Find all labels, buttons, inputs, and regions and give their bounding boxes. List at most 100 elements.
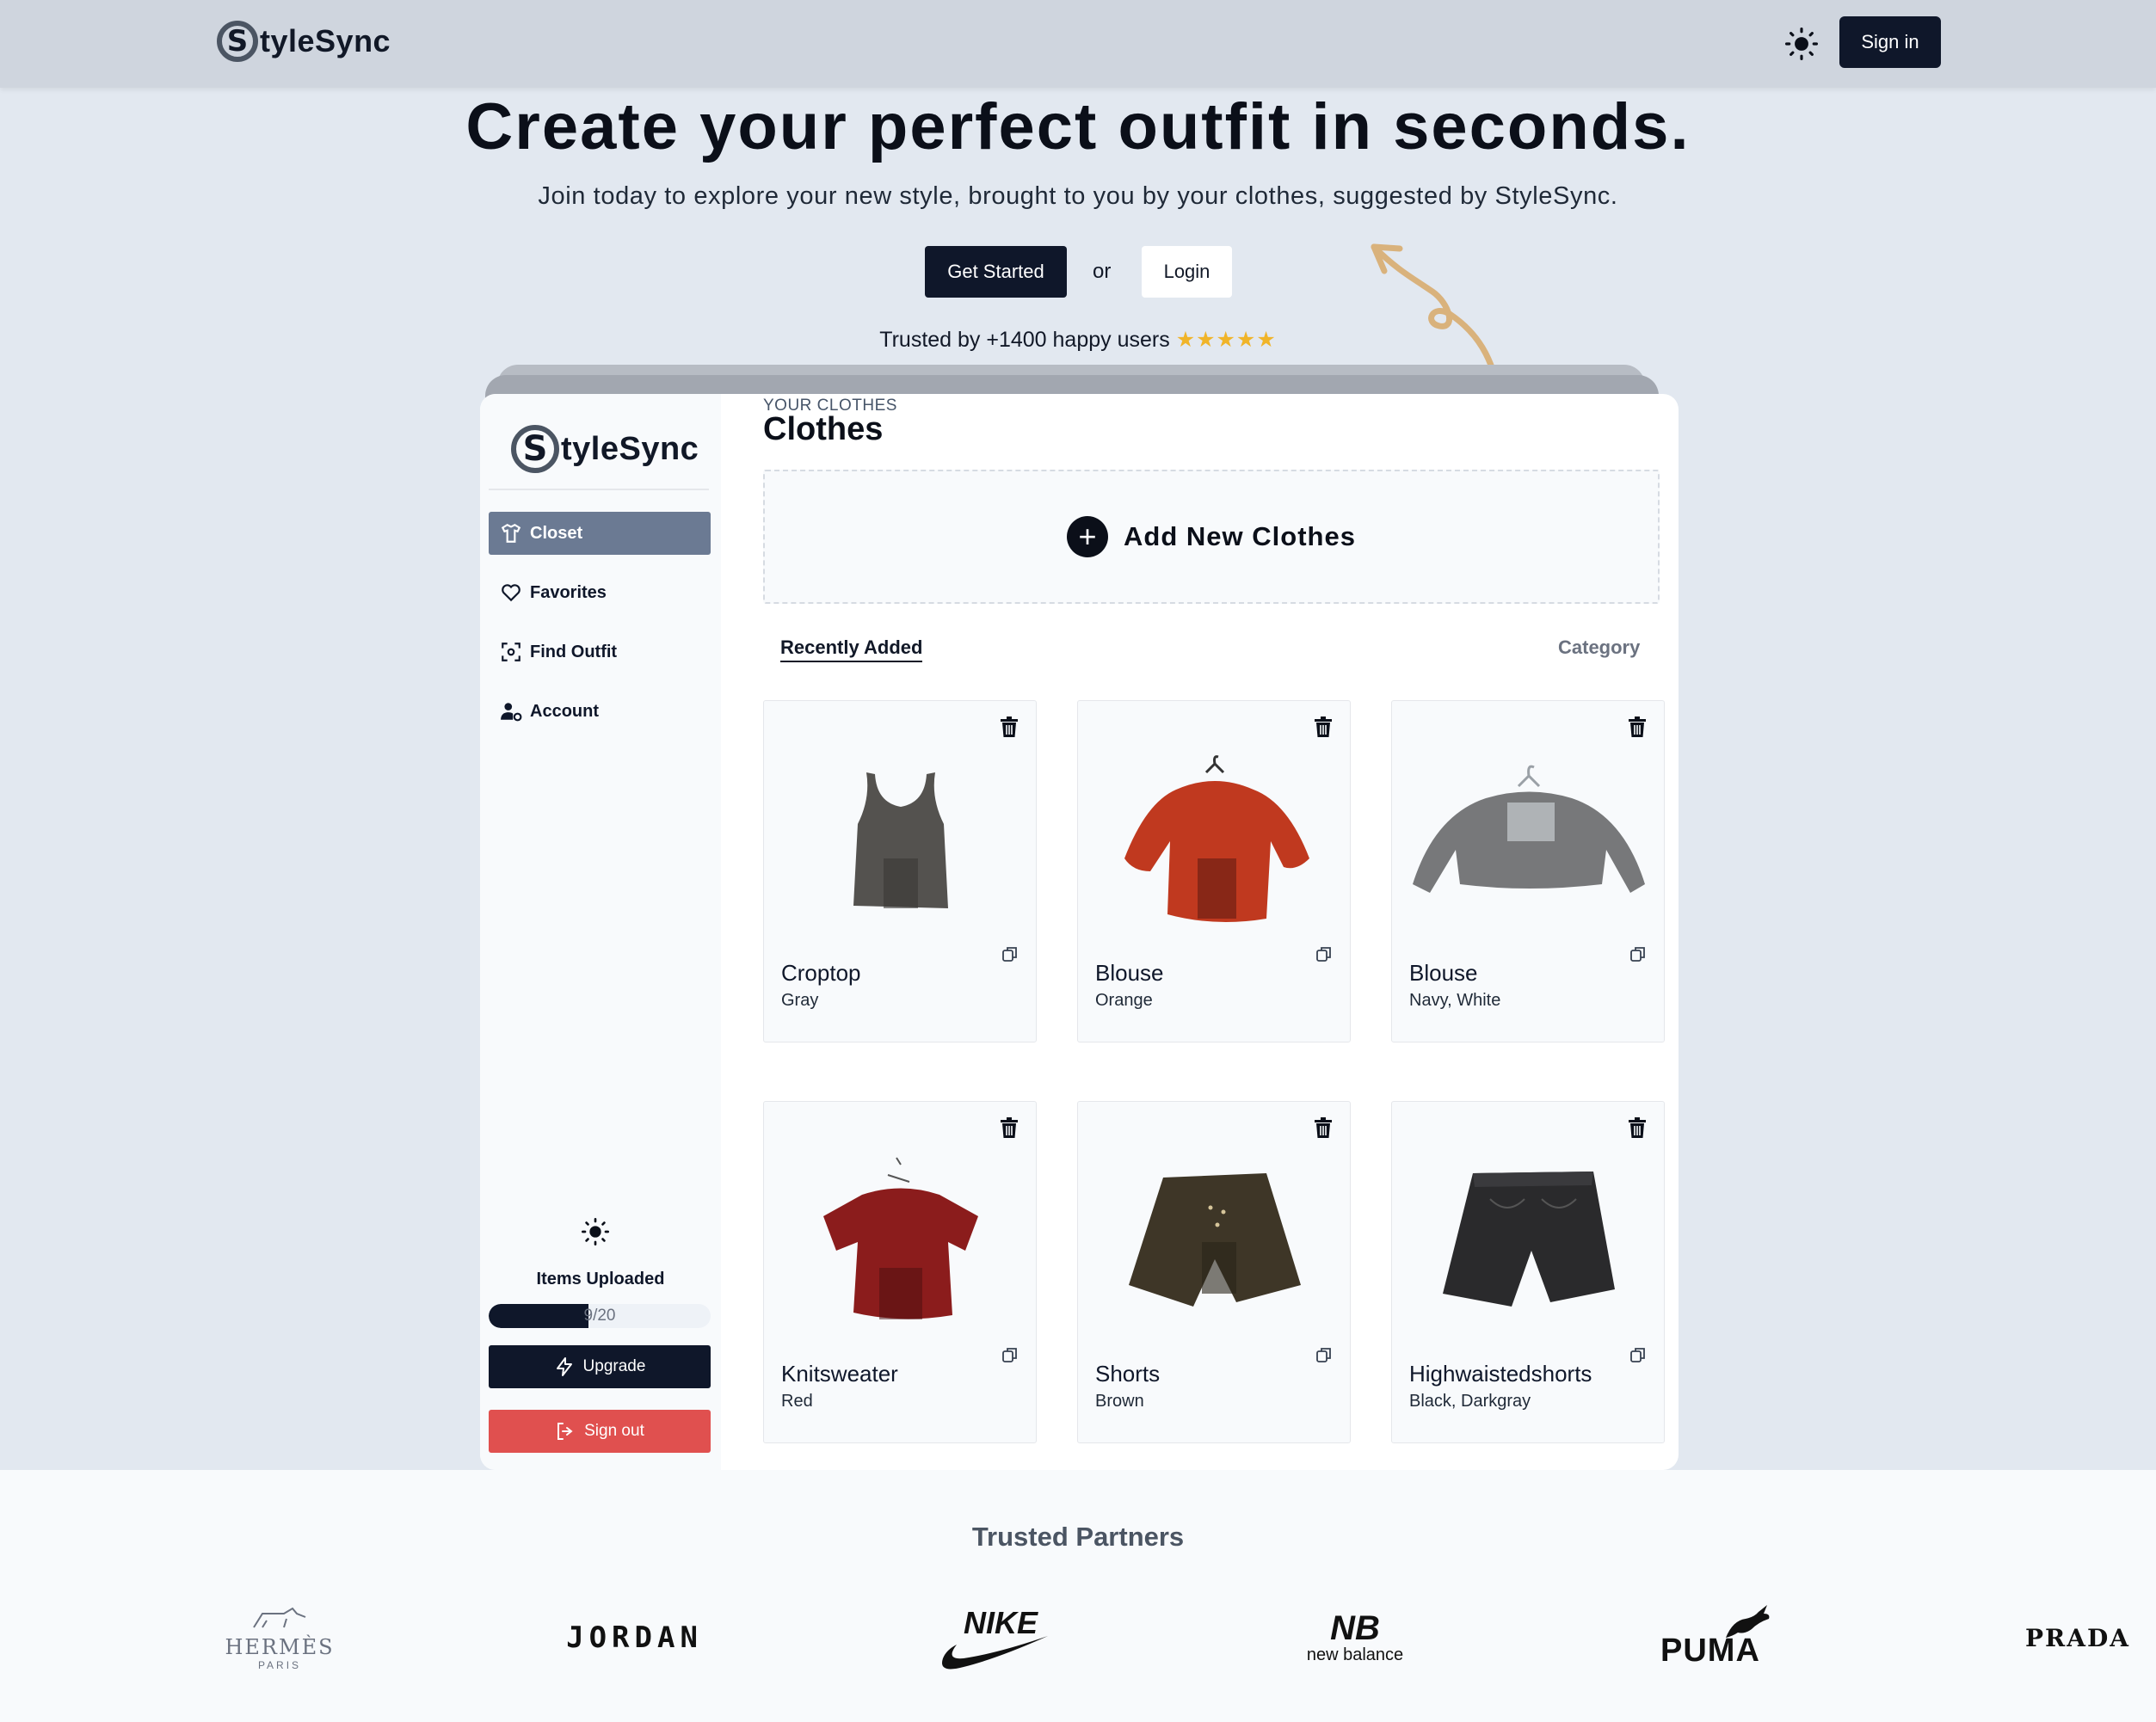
sign-out-label: Sign out: [584, 1422, 644, 1440]
clothing-color: Navy, White: [1409, 991, 1501, 1010]
clothing-color: Brown: [1095, 1392, 1144, 1411]
trusted-partners-section: Trusted Partners HERMÈS PARIS JORDAN NIK…: [0, 1470, 2156, 1722]
sidebar-item-account[interactable]: Account: [489, 690, 711, 733]
trash-icon[interactable]: [1314, 716, 1334, 739]
sidebar-item-favorites[interactable]: Favorites: [489, 571, 711, 614]
clothing-color: Red: [781, 1392, 813, 1411]
clothing-color: Black, Darkgray: [1409, 1392, 1531, 1411]
sign-out-button[interactable]: Sign out: [489, 1410, 711, 1453]
clothing-color: Orange: [1095, 991, 1153, 1010]
new-balance-wordmark: new balance: [1306, 1645, 1404, 1664]
get-started-button[interactable]: Get Started: [925, 246, 1067, 298]
logo-text: tyleSync: [260, 23, 391, 58]
closet-main: YOUR CLOTHES Clothes + Add New Clothes R…: [721, 394, 1679, 1470]
hermes-logo: HERMÈS PARIS: [215, 1599, 344, 1676]
add-new-clothes-button[interactable]: + Add New Clothes: [763, 470, 1660, 604]
login-button[interactable]: Login: [1142, 246, 1232, 298]
add-new-clothes-label: Add New Clothes: [1124, 521, 1356, 551]
clothing-name: Blouse: [1095, 960, 1164, 986]
trash-icon[interactable]: [1314, 1117, 1334, 1140]
hero-subtitle: Join today to explore your new style, br…: [538, 182, 1618, 210]
clothing-card[interactable]: Knitsweater Red: [763, 1101, 1037, 1443]
tab-category[interactable]: Category: [1558, 637, 1640, 659]
clothing-name: Knitsweater: [781, 1361, 898, 1387]
nike-logo: NIKE: [938, 1599, 1058, 1676]
upload-progress-text: 9/20: [583, 1307, 616, 1325]
sidebar-divider: [489, 489, 709, 490]
garment-image-blouse-gray: [1392, 742, 1666, 940]
prada-wordmark: PRADA: [2024, 1623, 2131, 1652]
duplicate-icon[interactable]: [1629, 1346, 1648, 1365]
trash-icon[interactable]: [1628, 716, 1648, 739]
sidebar-item-closet[interactable]: Closet: [489, 512, 711, 555]
app-preview: S tyleSync Closet Favorites Find Outfit: [480, 394, 1679, 1470]
upgrade-button[interactable]: Upgrade: [489, 1345, 711, 1388]
clothing-name: Blouse: [1409, 960, 1478, 986]
heart-icon: [499, 581, 523, 605]
top-navbar: S tyleSync Sign in: [0, 0, 2156, 88]
sign-in-button[interactable]: Sign in: [1839, 16, 1941, 68]
page-title: Clothes: [763, 411, 884, 447]
garment-image-shorts-black: [1392, 1143, 1666, 1341]
jordan-wordmark: JORDAN: [566, 1621, 703, 1655]
clothing-card[interactable]: Croptop Gray: [763, 700, 1037, 1042]
or-text: or: [1093, 260, 1112, 283]
nb-mark: NB: [1330, 1608, 1380, 1647]
clothing-card[interactable]: Blouse Navy, White: [1391, 700, 1665, 1042]
sidebar-item-label: Closet: [530, 523, 583, 543]
clothing-name: Highwaistedshorts: [1409, 1361, 1592, 1387]
sidebar: S tyleSync Closet Favorites Find Outfit: [480, 394, 721, 1470]
duplicate-icon[interactable]: [1315, 1346, 1334, 1365]
duplicate-icon[interactable]: [1001, 1346, 1020, 1365]
sidebar-brand-logo[interactable]: S tyleSync: [511, 425, 699, 473]
clothing-name: Croptop: [781, 960, 861, 986]
duplicate-icon[interactable]: [1629, 945, 1648, 964]
logo-s-mark: S: [217, 21, 258, 62]
user-settings-icon: [499, 699, 523, 723]
trusted-users-line: Trusted by +1400 happy users ★★★★★: [0, 327, 2156, 353]
new-balance-logo: NB new balance: [1299, 1599, 1411, 1676]
puma-cat-icon: [1726, 1605, 1770, 1638]
upgrade-label: Upgrade: [582, 1357, 646, 1375]
sun-icon[interactable]: [1783, 26, 1820, 62]
duplicate-icon[interactable]: [1001, 945, 1020, 964]
jordan-logo: JORDAN: [566, 1599, 698, 1676]
brand-logo[interactable]: S tyleSync: [217, 21, 391, 62]
upload-progress-bar: 9/20: [489, 1304, 711, 1328]
logo-s-mark: S: [511, 425, 559, 473]
hero-title: Create your perfect outfit in seconds.: [465, 90, 1691, 163]
garment-image-tank: [764, 742, 1038, 940]
hermes-wordmark: HERMÈS: [225, 1634, 335, 1659]
garment-image-shorts-brown: [1078, 1143, 1352, 1341]
swoosh-icon: [942, 1636, 1048, 1670]
trusted-text: Trusted by +1400 happy users: [879, 328, 1170, 352]
items-uploaded-label: Items Uploaded: [536, 1270, 665, 1288]
plus-circle-icon: +: [1067, 516, 1109, 557]
bolt-icon: [556, 1357, 572, 1376]
partners-title: Trusted Partners: [971, 1522, 1185, 1552]
trash-icon[interactable]: [1000, 1117, 1020, 1140]
sidebar-item-label: Favorites: [530, 582, 607, 602]
scan-icon: [499, 640, 523, 664]
trash-icon[interactable]: [1628, 1117, 1648, 1140]
hermes-sub: PARIS: [257, 1658, 302, 1671]
sidebar-item-label: Find Outfit: [530, 642, 618, 661]
clothing-card[interactable]: Blouse Orange: [1077, 700, 1351, 1042]
tab-recently-added[interactable]: Recently Added: [780, 637, 923, 662]
garment-image-tee-red: [764, 1143, 1038, 1341]
clothing-card[interactable]: Highwaistedshorts Black, Darkgray: [1391, 1101, 1665, 1443]
logout-icon: [557, 1423, 573, 1440]
clothing-card[interactable]: Shorts Brown: [1077, 1101, 1351, 1443]
sidebar-item-label: Account: [530, 701, 599, 721]
clothing-name: Shorts: [1095, 1361, 1161, 1387]
sun-icon[interactable]: [582, 1218, 609, 1245]
logo-text: tyleSync: [561, 430, 699, 467]
puma-logo: PUMA: [1660, 1599, 1772, 1676]
prada-logo: PRADA: [2022, 1599, 2134, 1676]
sidebar-item-find-outfit[interactable]: Find Outfit: [489, 630, 711, 673]
duplicate-icon[interactable]: [1315, 945, 1334, 964]
trash-icon[interactable]: [1000, 716, 1020, 739]
rating-stars: ★★★★★: [1175, 328, 1277, 352]
hanger-icon: [499, 521, 523, 545]
garment-image-blouse-orange: [1078, 742, 1352, 940]
